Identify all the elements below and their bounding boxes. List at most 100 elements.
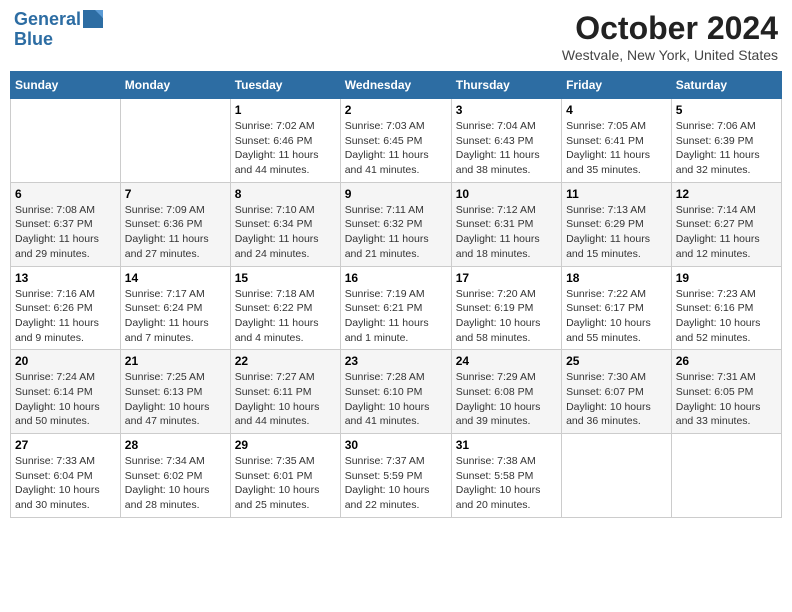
logo: General Blue	[14, 10, 103, 50]
day-number: 6	[15, 187, 116, 201]
day-number: 18	[566, 271, 667, 285]
day-cell: 31 Sunrise: 7:38 AM Sunset: 5:58 PM Dayli…	[451, 434, 561, 518]
day-number: 24	[456, 354, 557, 368]
day-cell: 7 Sunrise: 7:09 AM Sunset: 6:36 PM Daylig…	[120, 182, 230, 266]
col-header-sunday: Sunday	[11, 72, 121, 99]
logo-blue: Blue	[14, 30, 103, 50]
week-row-5: 27 Sunrise: 7:33 AM Sunset: 6:04 PM Dayli…	[11, 434, 782, 518]
day-info: Sunrise: 7:14 AM Sunset: 6:27 PM Dayligh…	[676, 203, 777, 262]
month-title: October 2024	[562, 10, 778, 47]
day-cell: 5Sunrise: 7:06 AM Sunset: 6:39 PM Daylig…	[671, 99, 781, 183]
page-header: General Blue October 2024 Westvale, New …	[10, 10, 782, 63]
day-cell: 12 Sunrise: 7:14 AM Sunset: 6:27 PM Dayli…	[671, 182, 781, 266]
week-row-4: 20 Sunrise: 7:24 AM Sunset: 6:14 PM Dayli…	[11, 350, 782, 434]
day-cell: 20 Sunrise: 7:24 AM Sunset: 6:14 PM Dayli…	[11, 350, 121, 434]
day-number: 21	[125, 354, 226, 368]
day-number: 16	[345, 271, 447, 285]
week-row-1: 1 Sunrise: 7:02 AM Sunset: 6:46 PM Daylig…	[11, 99, 782, 183]
day-cell: 21 Sunrise: 7:25 AM Sunset: 6:13 PM Dayli…	[120, 350, 230, 434]
day-number: 30	[345, 438, 447, 452]
day-number: 13	[15, 271, 116, 285]
day-number: 11	[566, 187, 667, 201]
day-cell: 10 Sunrise: 7:12 AM Sunset: 6:31 PM Dayli…	[451, 182, 561, 266]
day-info: Sunrise: 7:17 AM Sunset: 6:24 PM Dayligh…	[125, 287, 226, 346]
day-info: Sunrise: 7:12 AM Sunset: 6:31 PM Dayligh…	[456, 203, 557, 262]
day-cell: 19 Sunrise: 7:23 AM Sunset: 6:16 PM Dayli…	[671, 266, 781, 350]
day-cell: 26 Sunrise: 7:31 AM Sunset: 6:05 PM Dayli…	[671, 350, 781, 434]
day-cell: 18 Sunrise: 7:22 AM Sunset: 6:17 PM Dayli…	[562, 266, 672, 350]
day-cell: 11Sunrise: 7:13 AM Sunset: 6:29 PM Dayli…	[562, 182, 672, 266]
day-info: Sunrise: 7:11 AM Sunset: 6:32 PM Dayligh…	[345, 203, 447, 262]
col-header-tuesday: Tuesday	[230, 72, 340, 99]
day-number: 31	[456, 438, 557, 452]
day-info: Sunrise: 7:22 AM Sunset: 6:17 PM Dayligh…	[566, 287, 667, 346]
day-info: Sunrise: 7:37 AM Sunset: 5:59 PM Dayligh…	[345, 454, 447, 513]
day-number: 14	[125, 271, 226, 285]
week-row-2: 6 Sunrise: 7:08 AM Sunset: 6:37 PM Daylig…	[11, 182, 782, 266]
day-info: Sunrise: 7:34 AM Sunset: 6:02 PM Dayligh…	[125, 454, 226, 513]
day-cell: 14 Sunrise: 7:17 AM Sunset: 6:24 PM Dayli…	[120, 266, 230, 350]
col-header-friday: Friday	[562, 72, 672, 99]
col-header-wednesday: Wednesday	[340, 72, 451, 99]
day-number: 10	[456, 187, 557, 201]
day-number: 4	[566, 103, 667, 117]
day-number: 20	[15, 354, 116, 368]
day-cell: 23 Sunrise: 7:28 AM Sunset: 6:10 PM Dayli…	[340, 350, 451, 434]
day-info: Sunrise: 7:09 AM Sunset: 6:36 PM Dayligh…	[125, 203, 226, 262]
day-number: 12	[676, 187, 777, 201]
day-cell: 1 Sunrise: 7:02 AM Sunset: 6:46 PM Daylig…	[230, 99, 340, 183]
day-info: Sunrise: 7:23 AM Sunset: 6:16 PM Dayligh…	[676, 287, 777, 346]
day-info: Sunrise: 7:35 AM Sunset: 6:01 PM Dayligh…	[235, 454, 336, 513]
location: Westvale, New York, United States	[562, 47, 778, 63]
day-info: Sunrise: 7:05 AM Sunset: 6:41 PM Dayligh…	[566, 119, 667, 178]
col-header-saturday: Saturday	[671, 72, 781, 99]
day-cell	[11, 99, 121, 183]
calendar-header-row: SundayMondayTuesdayWednesdayThursdayFrid…	[11, 72, 782, 99]
day-info: Sunrise: 7:28 AM Sunset: 6:10 PM Dayligh…	[345, 370, 447, 429]
day-cell: 27 Sunrise: 7:33 AM Sunset: 6:04 PM Dayli…	[11, 434, 121, 518]
day-cell: 30 Sunrise: 7:37 AM Sunset: 5:59 PM Dayli…	[340, 434, 451, 518]
day-number: 15	[235, 271, 336, 285]
day-number: 19	[676, 271, 777, 285]
day-number: 23	[345, 354, 447, 368]
day-number: 28	[125, 438, 226, 452]
day-cell: 2Sunrise: 7:03 AM Sunset: 6:45 PM Daylig…	[340, 99, 451, 183]
day-number: 3	[456, 103, 557, 117]
day-number: 29	[235, 438, 336, 452]
day-cell: 15 Sunrise: 7:18 AM Sunset: 6:22 PM Dayli…	[230, 266, 340, 350]
day-cell: 28 Sunrise: 7:34 AM Sunset: 6:02 PM Dayli…	[120, 434, 230, 518]
day-cell: 17Sunrise: 7:20 AM Sunset: 6:19 PM Dayli…	[451, 266, 561, 350]
day-cell: 24Sunrise: 7:29 AM Sunset: 6:08 PM Dayli…	[451, 350, 561, 434]
day-info: Sunrise: 7:04 AM Sunset: 6:43 PM Dayligh…	[456, 119, 557, 178]
day-info: Sunrise: 7:24 AM Sunset: 6:14 PM Dayligh…	[15, 370, 116, 429]
day-info: Sunrise: 7:18 AM Sunset: 6:22 PM Dayligh…	[235, 287, 336, 346]
day-cell: 4 Sunrise: 7:05 AM Sunset: 6:41 PM Daylig…	[562, 99, 672, 183]
col-header-thursday: Thursday	[451, 72, 561, 99]
day-cell: 13 Sunrise: 7:16 AM Sunset: 6:26 PM Dayli…	[11, 266, 121, 350]
day-info: Sunrise: 7:08 AM Sunset: 6:37 PM Dayligh…	[15, 203, 116, 262]
day-number: 26	[676, 354, 777, 368]
day-number: 22	[235, 354, 336, 368]
day-info: Sunrise: 7:02 AM Sunset: 6:46 PM Dayligh…	[235, 119, 336, 178]
day-number: 27	[15, 438, 116, 452]
day-info: Sunrise: 7:16 AM Sunset: 6:26 PM Dayligh…	[15, 287, 116, 346]
day-info: Sunrise: 7:38 AM Sunset: 5:58 PM Dayligh…	[456, 454, 557, 513]
day-info: Sunrise: 7:30 AM Sunset: 6:07 PM Dayligh…	[566, 370, 667, 429]
day-cell: 16Sunrise: 7:19 AM Sunset: 6:21 PM Dayli…	[340, 266, 451, 350]
day-number: 25	[566, 354, 667, 368]
day-cell	[671, 434, 781, 518]
col-header-monday: Monday	[120, 72, 230, 99]
week-row-3: 13 Sunrise: 7:16 AM Sunset: 6:26 PM Dayli…	[11, 266, 782, 350]
day-info: Sunrise: 7:33 AM Sunset: 6:04 PM Dayligh…	[15, 454, 116, 513]
day-number: 1	[235, 103, 336, 117]
day-cell: 29 Sunrise: 7:35 AM Sunset: 6:01 PM Dayli…	[230, 434, 340, 518]
day-cell: 9Sunrise: 7:11 AM Sunset: 6:32 PM Daylig…	[340, 182, 451, 266]
day-info: Sunrise: 7:20 AM Sunset: 6:19 PM Dayligh…	[456, 287, 557, 346]
day-info: Sunrise: 7:31 AM Sunset: 6:05 PM Dayligh…	[676, 370, 777, 429]
day-cell: 25 Sunrise: 7:30 AM Sunset: 6:07 PM Dayli…	[562, 350, 672, 434]
day-info: Sunrise: 7:25 AM Sunset: 6:13 PM Dayligh…	[125, 370, 226, 429]
day-number: 7	[125, 187, 226, 201]
day-cell: 6 Sunrise: 7:08 AM Sunset: 6:37 PM Daylig…	[11, 182, 121, 266]
title-block: October 2024 Westvale, New York, United …	[562, 10, 778, 63]
day-cell	[562, 434, 672, 518]
